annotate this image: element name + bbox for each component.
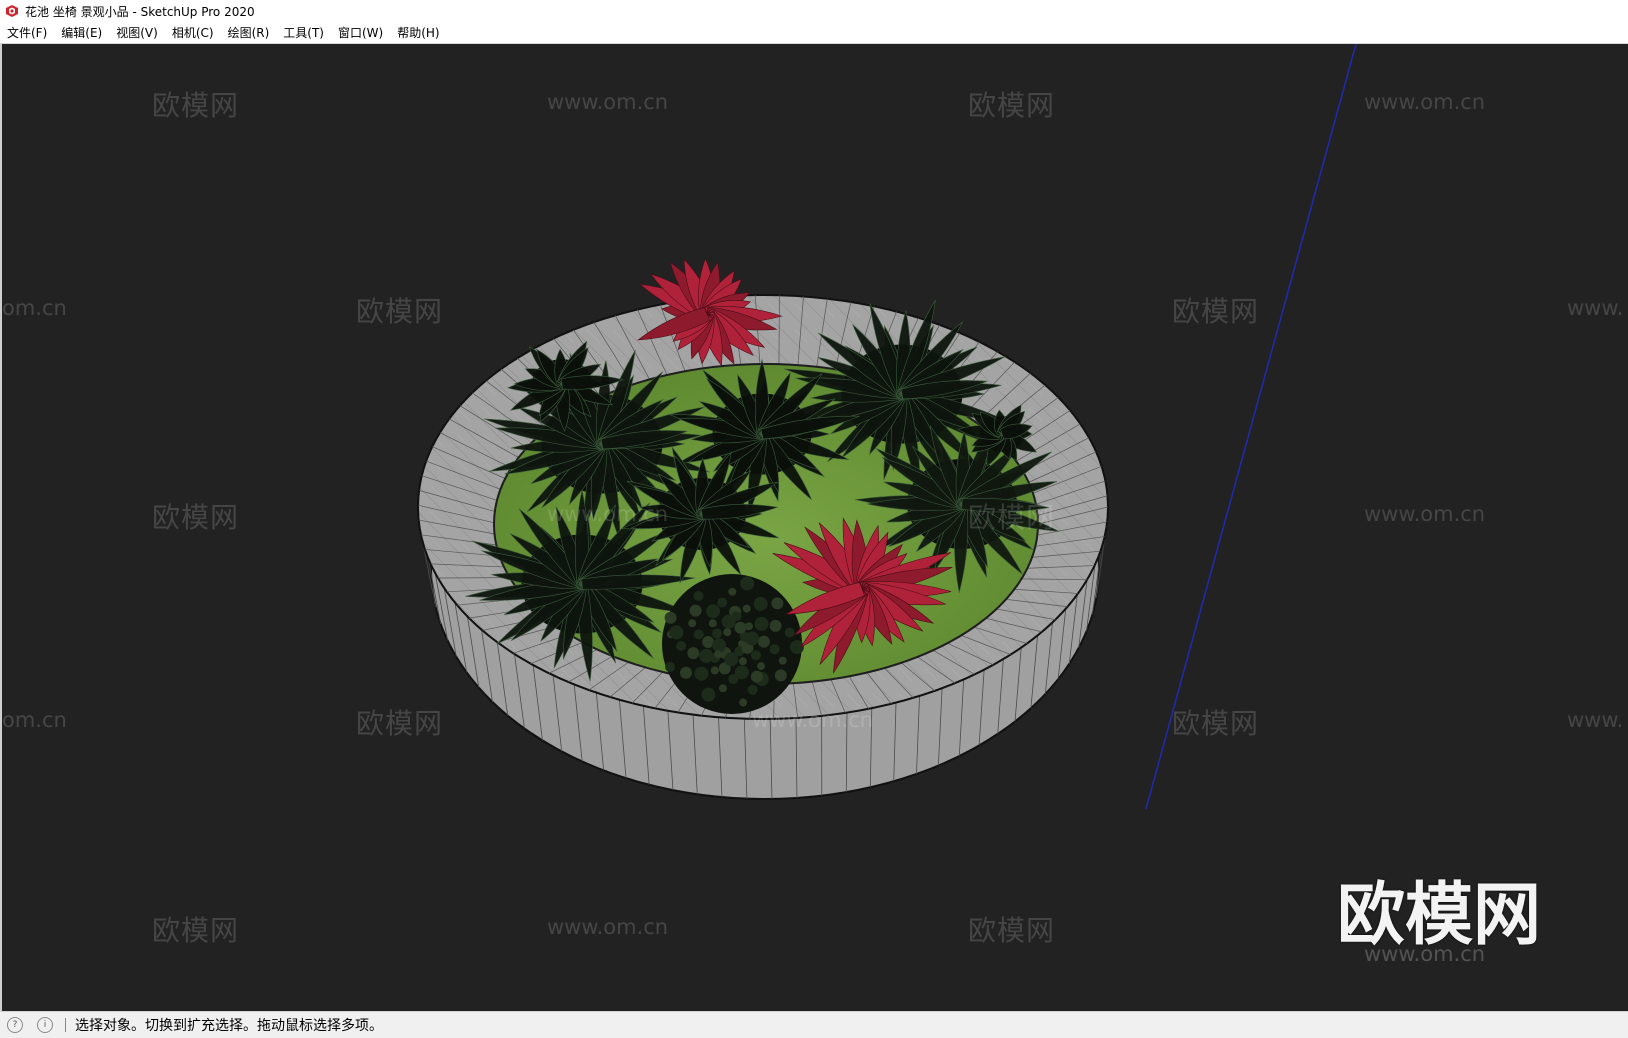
status-text: 选择对象。切换到扩充选择。拖动鼠标选择多项。 xyxy=(75,1015,383,1035)
watermark-brand: 欧模网 xyxy=(968,496,1055,536)
watermark-brand: 欧模网 xyxy=(1172,702,1259,742)
watermark-url: www.om.cn xyxy=(547,90,668,114)
title-bar: 花池 坐椅 景观小品 - SketchUp Pro 2020 xyxy=(0,0,1628,22)
watermark-brand: 欧模网 xyxy=(152,496,239,536)
status-divider xyxy=(65,1018,66,1032)
watermark-brand: 欧模网 xyxy=(968,84,1055,124)
watermark-url: www.om.cn xyxy=(752,708,873,732)
watermark-brand: 欧模网 xyxy=(152,84,239,124)
watermark-url: www.om.cn xyxy=(1364,90,1485,114)
watermark-brand: 欧模网 xyxy=(968,909,1055,949)
status-bar: ? i 选择对象。切换到扩充选择。拖动鼠标选择多项。 xyxy=(0,1011,1628,1038)
info-icon[interactable]: i xyxy=(37,1017,53,1033)
model-viewport[interactable]: 欧模网 www.om.cn 欧模网 www.om.cn om.cn 欧模网 欧模… xyxy=(0,44,1628,1011)
watermark-brand: 欧模网 xyxy=(1172,290,1259,330)
geo-location-icon[interactable]: ? xyxy=(7,1017,23,1033)
watermark-brand: 欧模网 xyxy=(152,909,239,949)
menu-view[interactable]: 视图(V) xyxy=(109,23,165,43)
sketchup-logo-icon xyxy=(5,4,19,18)
blue-axis-line xyxy=(1146,44,1356,809)
watermark-url: www.om.cn xyxy=(1364,502,1485,526)
watermark-url-partial: om.cn xyxy=(2,296,67,320)
menu-help[interactable]: 帮助(H) xyxy=(390,23,446,43)
watermark-brand: 欧模网 xyxy=(356,702,443,742)
watermark-url: www.om.cn xyxy=(1364,942,1485,966)
watermark-url: www.om.cn xyxy=(547,915,668,939)
menu-bar: 文件(F) 编辑(E) 视图(V) 相机(C) 绘图(R) 工具(T) 窗口(W… xyxy=(0,22,1628,44)
watermark-url-partial: www. xyxy=(1567,296,1623,320)
watermark-url-partial: www. xyxy=(1567,708,1623,732)
watermark-url-partial: om.cn xyxy=(2,708,67,732)
menu-edit[interactable]: 编辑(E) xyxy=(54,23,109,43)
menu-window[interactable]: 窗口(W) xyxy=(331,23,390,43)
menu-draw[interactable]: 绘图(R) xyxy=(221,23,277,43)
watermark-url: www.om.cn xyxy=(547,502,668,526)
menu-camera[interactable]: 相机(C) xyxy=(165,23,221,43)
menu-file[interactable]: 文件(F) xyxy=(0,23,54,43)
window-title: 花池 坐椅 景观小品 - SketchUp Pro 2020 xyxy=(25,3,255,20)
watermark-brand: 欧模网 xyxy=(356,290,443,330)
menu-tools[interactable]: 工具(T) xyxy=(276,23,331,43)
